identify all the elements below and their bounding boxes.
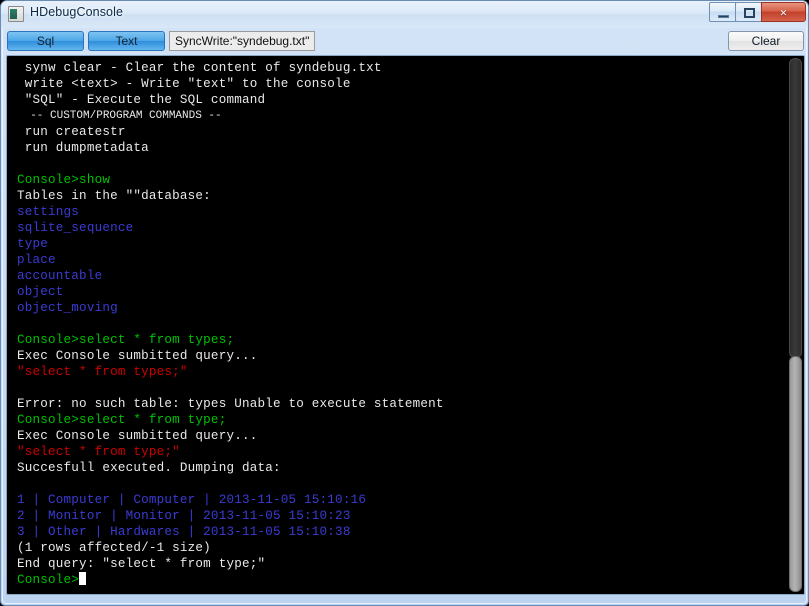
console-line: run dumpmetadata (17, 141, 149, 155)
app-icon (8, 6, 24, 22)
window-controls: × (709, 2, 806, 23)
console-line: Exec Console sumbitted query... (17, 349, 258, 363)
close-icon: × (779, 5, 788, 20)
console-line: 1 | Computer | Computer | 2013-11-05 15:… (17, 493, 367, 507)
maximize-icon (744, 8, 755, 18)
console-line: settings (17, 205, 80, 219)
console-line: Console>show (17, 173, 111, 187)
console-line: Console> (17, 572, 786, 588)
console-line: type (17, 237, 49, 251)
console-line: place (17, 253, 56, 267)
console-line: accountable (17, 269, 103, 283)
console-line: End query: "select * from type;" (17, 557, 266, 571)
console-line: (1 rows affected/-1 size) (17, 541, 211, 555)
scrollbar-thumb[interactable] (789, 356, 802, 592)
text-cursor (79, 572, 87, 585)
console-output[interactable]: synw clear - Clear the content of syndeb… (7, 56, 786, 594)
console-line: Error: no such table: types Unable to ex… (17, 397, 444, 411)
text-mode-button[interactable]: Text (88, 31, 165, 51)
console-line: object (17, 285, 64, 299)
toolbar: Sql Text SyncWrite:"syndebug.txt" Clear (1, 28, 808, 54)
syncwrite-status-label: SyncWrite:"syndebug.txt" (169, 31, 316, 51)
console-line: -- CUSTOM/PROGRAM COMMANDS -- (17, 110, 222, 122)
title-bar[interactable]: HDebugConsole × (1, 1, 808, 28)
console-line: object_moving (17, 301, 118, 315)
console-line: Tables in the ""database: (17, 189, 211, 203)
close-button[interactable]: × (761, 2, 806, 22)
application-window: HDebugConsole × Sql Text SyncWrite:"synd… (0, 0, 809, 606)
console-panel: synw clear - Clear the content of syndeb… (6, 55, 805, 595)
minimize-icon (718, 15, 729, 18)
console-line: "select * from types;" (17, 365, 188, 379)
console-line: run createstr (17, 125, 126, 139)
console-line: write <text> - Write "text" to the conso… (17, 77, 351, 91)
window-title: HDebugConsole (30, 5, 124, 19)
console-line: synw clear - Clear the content of syndeb… (17, 61, 382, 75)
console-line: Succesfull executed. Dumping data: (17, 461, 281, 475)
console-line: "SQL" - Execute the SQL command (17, 93, 266, 107)
console-line: Console>select * from type; (17, 413, 227, 427)
console-line: Exec Console sumbitted query... (17, 429, 258, 443)
console-line: "select * from type;" (17, 445, 180, 459)
console-scrollbar[interactable] (786, 56, 804, 594)
clear-button[interactable]: Clear (728, 31, 804, 51)
maximize-button[interactable] (735, 2, 762, 22)
minimize-button[interactable] (709, 2, 736, 22)
console-line: Console>select * from types; (17, 333, 235, 347)
console-line: sqlite_sequence (17, 221, 134, 235)
scrollbar-track-upper[interactable] (789, 58, 802, 358)
console-line: 2 | Monitor | Monitor | 2013-11-05 15:10… (17, 509, 351, 523)
sql-mode-button[interactable]: Sql (7, 31, 84, 51)
console-line: 3 | Other | Hardwares | 2013-11-05 15:10… (17, 525, 351, 539)
